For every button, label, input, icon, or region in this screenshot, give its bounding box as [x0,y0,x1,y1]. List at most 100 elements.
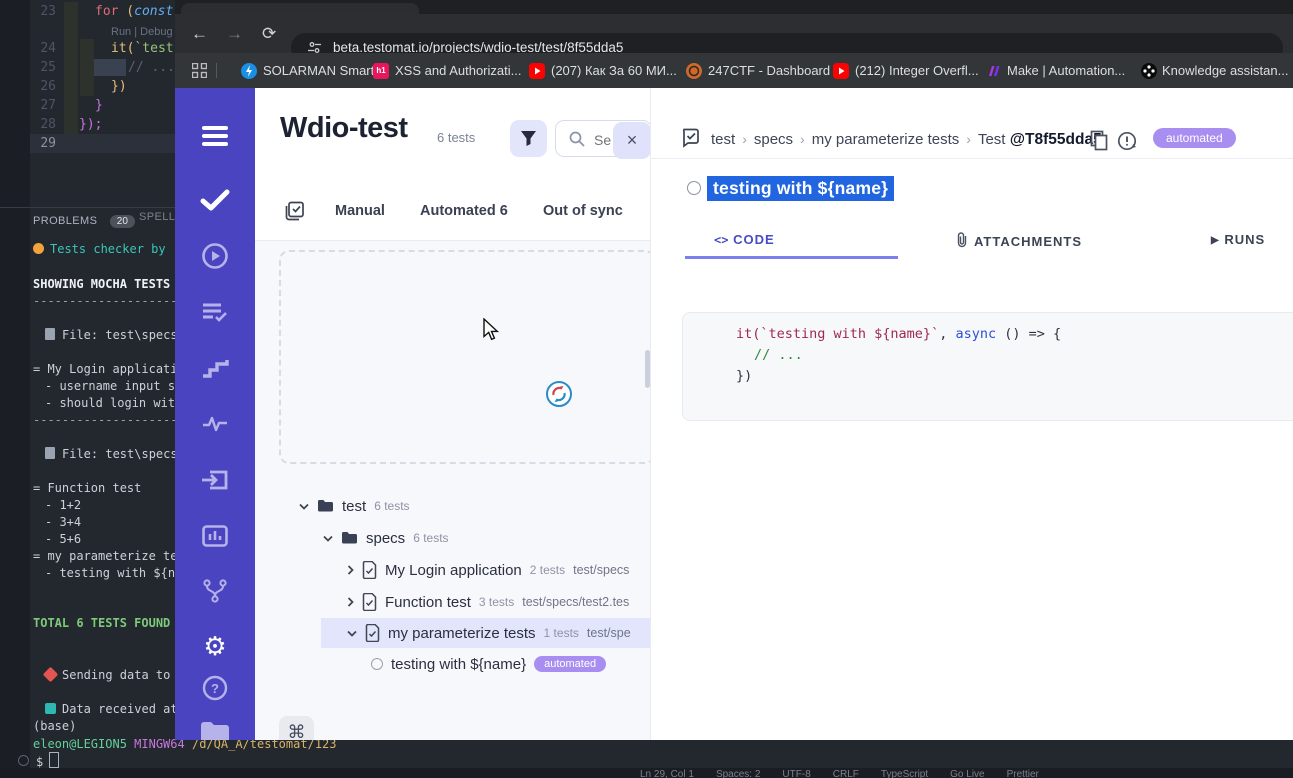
tab-manual[interactable]: Manual [335,203,385,219]
chevron-right-icon[interactable] [347,597,354,607]
loading-sync-spinner [546,381,572,407]
bookmark-item[interactable]: Knowledge assistan... [1162,53,1288,88]
terminal-cursor [49,752,60,768]
app-sidebar: ⚙ ? [175,88,255,740]
chevron-down-icon[interactable] [323,535,333,542]
import-icon[interactable] [200,468,230,492]
svg-text:?: ? [211,681,219,696]
editor-line: 27 } [40,98,103,113]
close-search-button[interactable]: × [613,122,650,159]
mouse-cursor [483,318,500,341]
filter-funnel-icon [521,131,536,146]
status-cursor-pos[interactable]: Ln 29, Col 1 [640,769,694,778]
runs-play-icon[interactable] [201,242,229,270]
forward-button[interactable]: → [226,14,243,53]
terminal-line: File: test\specs [45,446,178,463]
terminal-line: = my parameterize tes [33,549,185,563]
bookmark-item[interactable]: (212) Integer Overfl... [855,53,979,88]
bulk-select-icon[interactable] [285,201,305,221]
tree-row-specs[interactable]: specs 6 tests [255,523,650,553]
panel-divider [255,240,650,241]
steps-icon[interactable] [201,358,229,378]
settings-gear-icon[interactable]: ⚙ [203,632,226,662]
make-favicon [987,63,1003,79]
copy-icon[interactable] [1090,130,1109,151]
spec-file-icon [362,593,377,611]
pulse-icon[interactable] [201,415,229,433]
breadcrumb: test › specs › my parameterize tests › Test @T… [711,131,1102,148]
bookmark-item[interactable]: 247CTF - Dashboard [708,53,830,88]
editor-line: 28 }); [40,117,103,132]
tree-row-testing-with-name[interactable]: testing with ${name} automated [255,649,650,679]
play-icon: ▶ [1211,235,1220,246]
spec-file-icon [365,624,380,642]
chevron-right-icon[interactable] [347,565,354,575]
filter-button[interactable] [510,120,547,157]
terminal-line: - testing with ${na [45,566,183,580]
tab-runs[interactable]: ▶ RUNS [1211,232,1265,247]
status-go-live[interactable]: Go Live [950,769,984,778]
checklist-icon[interactable] [201,301,229,323]
tests-check-icon[interactable] [200,189,230,211]
keyboard-shortcuts-button[interactable]: ⌘ [279,716,314,740]
browser-tab-strip [175,0,1293,14]
terminal-line: - username input sh [45,379,183,393]
problems-tab[interactable]: PROBLEMS 20 [33,211,135,229]
test-title-selected[interactable]: testing with ${name} [707,176,895,201]
test-detail-panel: test › specs › my parameterize tests › Test @T… [650,88,1293,740]
sync-status-icon[interactable] [1117,131,1139,151]
reload-button[interactable]: ⟳ [262,14,276,53]
bookmark-item[interactable]: Make | Automation... [1007,53,1125,88]
browser-tab[interactable] [181,3,419,14]
status-language[interactable]: TypeScript [881,769,928,778]
tab-out-of-sync[interactable]: Out of sync [543,203,623,219]
task-check-icon [682,128,699,148]
tab-attachments[interactable]: ATTACHMENTS [956,232,1082,249]
tests-panel: Wdio-test 6 tests × Manual Automated 6 O… [255,88,650,740]
tree-row-my-login-application[interactable]: My Login application 2 tests test/specs [255,555,650,585]
chevron-down-icon[interactable] [299,503,309,510]
browser-window: ← → ⟳ beta.testomat.io/projects/wdio-tes… [175,0,1293,740]
bookmark-item[interactable]: (207) Как За 60 МИ... [551,53,677,88]
tree-row-test[interactable]: test 6 tests [255,491,650,521]
chevron-down-icon[interactable] [347,630,357,637]
spec-file-icon [362,561,377,579]
tree-row-function-test[interactable]: Function test 3 tests test/specs/test2.t… [255,587,650,617]
editor-line: 29 [40,136,56,151]
codelens-run-debug[interactable]: Run | Debug [111,21,173,40]
tree-row-my-parameterize-tests[interactable]: my parameterize tests 1 tests test/spe [321,618,650,648]
active-tab-underline [685,256,898,259]
status-prettier[interactable]: Prettier [1007,769,1039,778]
terminal-line: Sending data to [42,666,170,684]
bookmark-item[interactable]: XSS and Authorizati... [395,53,521,88]
status-spaces[interactable]: Spaces: 2 [716,769,760,778]
breadcrumb-specs[interactable]: specs [754,131,793,148]
status-encoding[interactable]: UTF-8 [782,769,810,778]
folder-icon [342,532,357,544]
folder-icon[interactable] [199,721,231,740]
branch-icon[interactable] [203,578,227,604]
back-button[interactable]: ← [191,14,208,53]
test-code-block: it(`testing with ${name}`, async () => {… [682,312,1293,421]
menu-icon[interactable] [202,122,228,150]
project-test-count: 6 tests [437,130,476,145]
test-circle-icon [687,181,701,195]
help-icon[interactable]: ? [202,675,228,701]
panel-divider [0,207,175,208]
terminal-line: Data received at [45,701,178,718]
party-emoji-icon [45,703,56,714]
bookmarks-separator [216,63,217,78]
analytics-icon[interactable] [202,525,228,547]
search-icon [569,131,585,147]
breadcrumb-parameterize[interactable]: my parameterize tests [812,131,960,148]
breadcrumb-test[interactable]: test [711,131,735,148]
status-eol[interactable]: CRLF [833,769,859,778]
tab-code[interactable]: <> CODE [714,232,775,247]
bookmark-item[interactable]: SOLARMAN Smart [263,53,374,88]
test-circle-icon [371,658,383,670]
tab-automated[interactable]: Automated 6 [420,203,508,219]
apps-grid-icon[interactable] [192,63,207,78]
terminal-line: - should login with [45,396,183,410]
automated-badge: automated [1153,128,1236,148]
drop-zone[interactable] [279,250,650,464]
